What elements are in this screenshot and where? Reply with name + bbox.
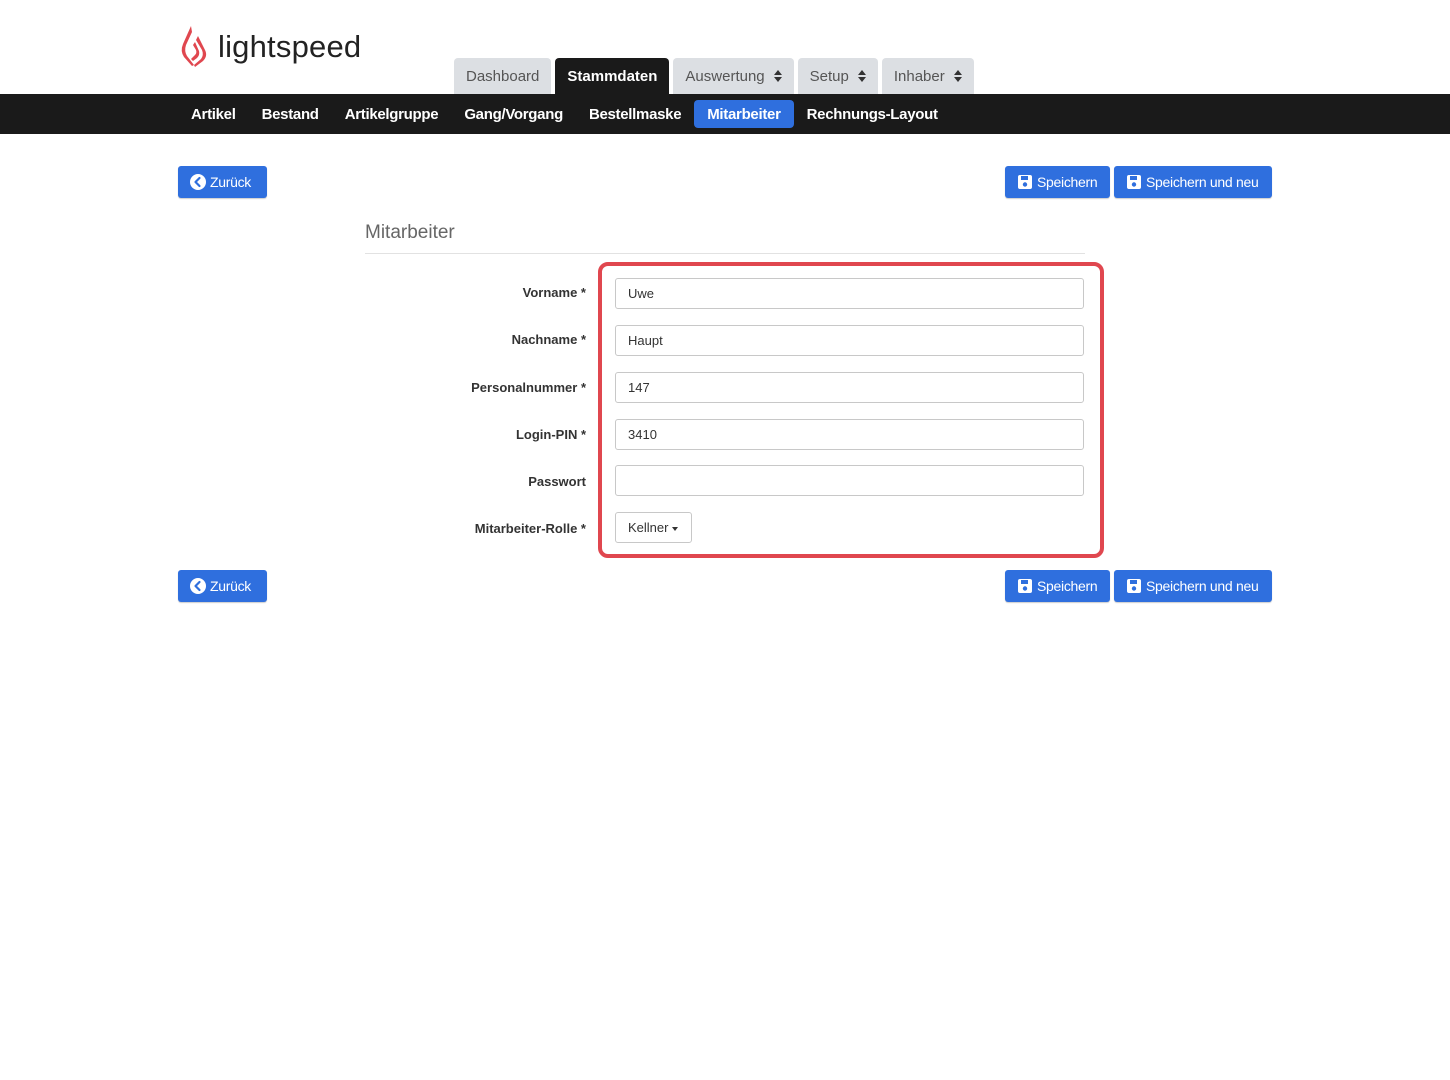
back-label: Zurück bbox=[210, 578, 251, 594]
tab-label: Stammdaten bbox=[567, 67, 658, 85]
save-and-new-button-top[interactable]: Speichern und neu bbox=[1114, 166, 1272, 198]
subnav-item-artikel[interactable]: Artikel bbox=[178, 100, 249, 128]
nachname-input[interactable]: Haupt bbox=[615, 325, 1084, 356]
brand-name: lightspeed bbox=[218, 28, 362, 64]
back-label: Zurück bbox=[210, 174, 251, 190]
floppy-disk-icon bbox=[1126, 174, 1142, 190]
passwort-input[interactable] bbox=[615, 465, 1084, 496]
app-header: lightspeed Dashboard Stammdaten Auswertu… bbox=[0, 0, 1450, 94]
mitarbeiter-rolle-select[interactable]: Kellner bbox=[615, 512, 692, 543]
sort-icon bbox=[773, 70, 782, 82]
subnav-item-rechnungs-layout[interactable]: Rechnungs-Layout bbox=[794, 100, 951, 128]
login-pin-label: Login-PIN * bbox=[515, 427, 586, 442]
main-tabs: Dashboard Stammdaten Auswertung Setup In… bbox=[454, 58, 978, 94]
floppy-disk-icon bbox=[1017, 174, 1033, 190]
save-button-top[interactable]: Speichern bbox=[1005, 166, 1110, 198]
tab-label: Auswertung bbox=[685, 67, 765, 85]
brand-logo[interactable]: lightspeed bbox=[180, 24, 361, 68]
tab-dashboard[interactable]: Dashboard bbox=[454, 58, 552, 94]
flame-icon bbox=[181, 26, 207, 67]
login-pin-input[interactable]: 3410 bbox=[615, 419, 1084, 450]
save-button-bottom[interactable]: Speichern bbox=[1005, 570, 1110, 602]
tab-inhaber[interactable]: Inhaber bbox=[881, 58, 974, 94]
back-button-bottom[interactable]: Zurück bbox=[178, 570, 267, 602]
chevron-left-circle-icon bbox=[190, 578, 206, 594]
sort-icon bbox=[953, 70, 962, 82]
page-title: Mitarbeiter bbox=[365, 222, 455, 243]
floppy-disk-icon bbox=[1017, 578, 1033, 594]
back-button-top[interactable]: Zurück bbox=[178, 166, 267, 198]
save-and-new-label: Speichern und neu bbox=[1146, 174, 1259, 190]
save-and-new-label: Speichern und neu bbox=[1146, 578, 1259, 594]
caret-down-icon bbox=[672, 526, 679, 531]
subnav-item-bestand[interactable]: Bestand bbox=[249, 100, 332, 128]
chevron-left-circle-icon bbox=[190, 174, 206, 190]
tab-label: Inhaber bbox=[893, 67, 945, 85]
personalnummer-input[interactable]: 147 bbox=[615, 372, 1084, 403]
mitarbeiter-rolle-label: Mitarbeiter-Rolle * bbox=[474, 521, 586, 536]
subnav-item-gang-vorgang[interactable]: Gang/Vorgang bbox=[451, 100, 576, 128]
subnav-item-artikelgruppe[interactable]: Artikelgruppe bbox=[332, 100, 452, 128]
floppy-disk-icon bbox=[1126, 578, 1142, 594]
passwort-label: Passwort bbox=[528, 474, 586, 489]
sub-navigation: Artikel Bestand Artikelgruppe Gang/Vorga… bbox=[0, 94, 1450, 134]
vorname-input[interactable]: Uwe bbox=[615, 278, 1084, 309]
selected-role: Kellner bbox=[628, 520, 669, 535]
tab-auswertung[interactable]: Auswertung bbox=[673, 58, 794, 94]
tab-setup[interactable]: Setup bbox=[797, 58, 878, 94]
vorname-label: Vorname * bbox=[522, 285, 586, 300]
save-label: Speichern bbox=[1037, 174, 1098, 190]
nachname-label: Nachname * bbox=[511, 332, 586, 347]
tab-stammdaten[interactable]: Stammdaten bbox=[555, 58, 670, 94]
subnav-item-mitarbeiter[interactable]: Mitarbeiter bbox=[694, 100, 794, 128]
personalnummer-label: Personalnummer * bbox=[471, 380, 586, 395]
tab-label: Dashboard bbox=[466, 67, 540, 85]
subnav-item-bestellmaske[interactable]: Bestellmaske bbox=[576, 100, 694, 128]
sort-icon bbox=[857, 70, 866, 82]
save-label: Speichern bbox=[1037, 578, 1098, 594]
section-divider bbox=[365, 253, 1085, 254]
tab-label: Setup bbox=[809, 67, 849, 85]
save-and-new-button-bottom[interactable]: Speichern und neu bbox=[1114, 570, 1272, 602]
